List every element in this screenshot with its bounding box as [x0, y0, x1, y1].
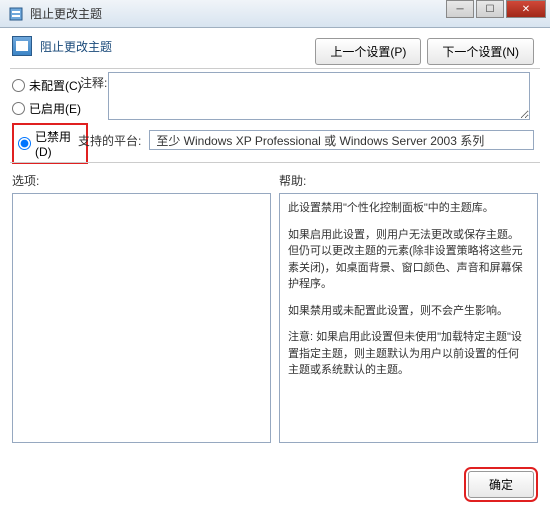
- radio-disabled-label[interactable]: 已禁用(D): [35, 128, 82, 159]
- maximize-button[interactable]: ☐: [476, 0, 504, 18]
- radio-enabled-label[interactable]: 已启用(E): [29, 100, 81, 117]
- policy-header-icon: [12, 36, 32, 56]
- platform-label: 支持的平台:: [78, 132, 141, 149]
- radio-disabled-row: 已禁用(D): [12, 123, 88, 164]
- main-columns: 选项: 帮助: 此设置禁用"个性化控制面板"中的主题库。 如果启用此设置，则用户…: [12, 172, 538, 443]
- ok-button[interactable]: 确定: [468, 471, 534, 498]
- divider: [10, 68, 540, 69]
- radio-disabled[interactable]: [18, 137, 31, 150]
- window-controls: ─ ☐ ✕: [446, 0, 546, 18]
- help-label: 帮助:: [279, 172, 538, 189]
- comment-textarea[interactable]: [108, 72, 530, 120]
- minimize-button[interactable]: ─: [446, 0, 474, 18]
- radio-enabled[interactable]: [12, 102, 25, 115]
- help-column: 帮助: 此设置禁用"个性化控制面板"中的主题库。 如果启用此设置，则用户无法更改…: [279, 172, 538, 443]
- radio-not-configured-label[interactable]: 未配置(C): [29, 77, 82, 94]
- window-title: 阻止更改主题: [30, 5, 102, 22]
- platform-row: 支持的平台: 至少 Windows XP Professional 或 Wind…: [78, 130, 534, 150]
- help-p1: 此设置禁用"个性化控制面板"中的主题库。: [288, 200, 529, 217]
- platform-value: 至少 Windows XP Professional 或 Windows Ser…: [149, 130, 534, 150]
- help-p4: 注意: 如果启用此设置但未使用"加载特定主题"设置指定主题，则主题默认为用户以前…: [288, 329, 529, 379]
- window-titlebar: 阻止更改主题 ─ ☐ ✕: [0, 0, 550, 28]
- nav-buttons: 上一个设置(P) 下一个设置(N): [315, 38, 534, 65]
- help-p3: 如果禁用或未配置此设置，则不会产生影响。: [288, 303, 529, 320]
- policy-title: 阻止更改主题: [40, 38, 112, 55]
- comment-label: 注释:: [80, 74, 107, 91]
- policy-icon: [8, 6, 24, 22]
- help-box: 此设置禁用"个性化控制面板"中的主题库。 如果启用此设置，则用户无法更改或保存主…: [279, 193, 538, 443]
- prev-setting-button[interactable]: 上一个设置(P): [315, 38, 421, 65]
- footer: 确定: [468, 471, 534, 498]
- radio-not-configured[interactable]: [12, 79, 25, 92]
- divider2: [10, 162, 540, 163]
- next-setting-button[interactable]: 下一个设置(N): [427, 38, 534, 65]
- comment-area: 注释:: [108, 72, 534, 123]
- help-p2: 如果启用此设置，则用户无法更改或保存主题。但仍可以更改主题的元素(除非设置策略将…: [288, 227, 529, 293]
- options-label: 选项:: [12, 172, 271, 189]
- options-column: 选项:: [12, 172, 271, 443]
- options-box: [12, 193, 271, 443]
- close-button[interactable]: ✕: [506, 0, 546, 18]
